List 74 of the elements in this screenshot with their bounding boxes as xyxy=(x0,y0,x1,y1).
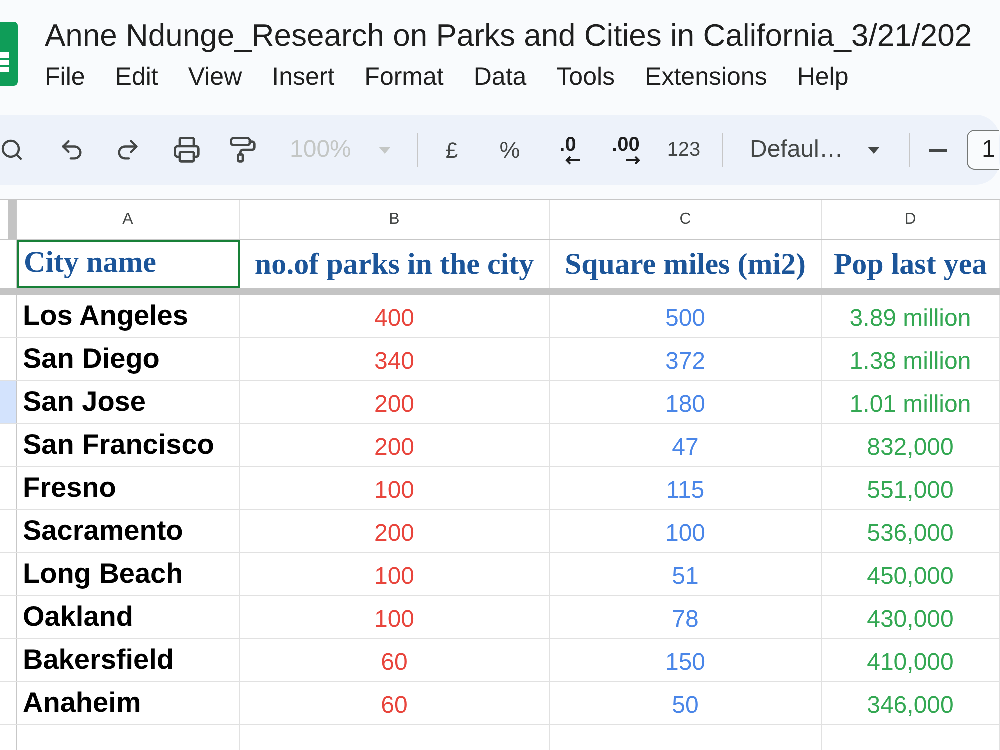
menu-item[interactable]: Help xyxy=(797,62,849,92)
column-header[interactable]: A xyxy=(17,200,240,239)
table-cell: 500 xyxy=(550,295,822,337)
paint-roller-icon xyxy=(229,136,257,164)
menu-item[interactable]: View xyxy=(188,62,242,92)
printer-icon xyxy=(173,136,201,164)
table-cell: 51 xyxy=(550,553,822,595)
table-cell: 1.01 million xyxy=(822,381,1000,423)
table-cell: 78 xyxy=(550,596,822,638)
column-header[interactable]: B xyxy=(240,200,550,239)
table-cell: San Jose xyxy=(17,381,240,423)
column-heading: City name xyxy=(17,240,240,288)
currency-format-button[interactable]: £ xyxy=(430,128,474,172)
table-cell: 100 xyxy=(240,553,550,595)
menu-item[interactable]: Format xyxy=(364,62,444,92)
column-header[interactable]: D xyxy=(822,200,1000,239)
spreadsheet-logo-icon[interactable] xyxy=(0,22,18,86)
search-icon xyxy=(0,138,24,162)
table-cell: 372 xyxy=(550,338,822,380)
table-cell: 551,000 xyxy=(822,467,1000,509)
document-title[interactable]: Anne Ndunge_Research on Parks and Cities in California_3/21/202 xyxy=(45,18,972,54)
table-cell: 150 xyxy=(550,639,822,681)
table-cell: Oakland xyxy=(17,596,240,638)
table-cell: 410,000 xyxy=(822,639,1000,681)
freeze-bar[interactable] xyxy=(0,288,1000,295)
menu-item[interactable]: Tools xyxy=(556,62,616,92)
table-cell: 47 xyxy=(550,424,822,466)
row-header[interactable] xyxy=(0,381,17,423)
table-cell: 200 xyxy=(240,381,550,423)
freeze-handle[interactable] xyxy=(8,200,16,239)
table-cell: San Francisco xyxy=(17,424,240,466)
table-cell: 536,000 xyxy=(822,510,1000,552)
table-cell: 450,000 xyxy=(822,553,1000,595)
table-cell: 340 xyxy=(240,338,550,380)
table-cell: 50 xyxy=(550,682,822,724)
font-select[interactable]: Defaul… xyxy=(737,130,895,170)
table-cell: 100 xyxy=(240,596,550,638)
table-cell: 832,000 xyxy=(822,424,1000,466)
number-format-button[interactable]: 123 xyxy=(662,128,706,172)
table-cell: Los Angeles xyxy=(17,295,240,337)
table-cell: Long Beach xyxy=(17,553,240,595)
percent-format-button[interactable]: % xyxy=(488,128,532,172)
menu-item[interactable]: Insert xyxy=(272,62,335,92)
decrease-decimal-button[interactable]: .0 xyxy=(546,128,590,172)
caret-icon xyxy=(379,146,391,154)
menu-item[interactable]: File xyxy=(45,62,86,92)
arrow-left-icon xyxy=(565,156,581,165)
table-cell: 60 xyxy=(240,639,550,681)
table-cell: 400 xyxy=(240,295,550,337)
table-cell: Fresno xyxy=(17,467,240,509)
table-cell: 60 xyxy=(240,682,550,724)
table-cell: 180 xyxy=(550,381,822,423)
table-cell: Sacramento xyxy=(17,510,240,552)
font-size-field[interactable]: 1 xyxy=(967,130,999,170)
table-cell: 430,000 xyxy=(822,596,1000,638)
menu-item[interactable]: Edit xyxy=(115,62,158,92)
menu-item[interactable]: Data xyxy=(474,62,527,92)
table-cell: Anaheim xyxy=(17,682,240,724)
table-cell: 200 xyxy=(240,424,550,466)
table-cell: San Diego xyxy=(17,338,240,380)
table-cell: Bakersfield xyxy=(17,639,240,681)
table-cell: 3.89 million xyxy=(822,295,1000,337)
table-cell: 346,000 xyxy=(822,682,1000,724)
table-cell: 100 xyxy=(550,510,822,552)
table-cell: 115 xyxy=(550,467,822,509)
table-cell: 200 xyxy=(240,510,550,552)
table-cell: 1.38 million xyxy=(822,338,1000,380)
menu-item[interactable]: Extensions xyxy=(645,62,768,92)
minus-icon xyxy=(929,148,947,152)
caret-icon xyxy=(868,146,880,154)
increase-decimal-button[interactable]: .00 xyxy=(604,128,648,172)
table-cell: 100 xyxy=(240,467,550,509)
arrow-right-icon xyxy=(625,156,641,165)
column-header[interactable]: C xyxy=(550,200,822,239)
